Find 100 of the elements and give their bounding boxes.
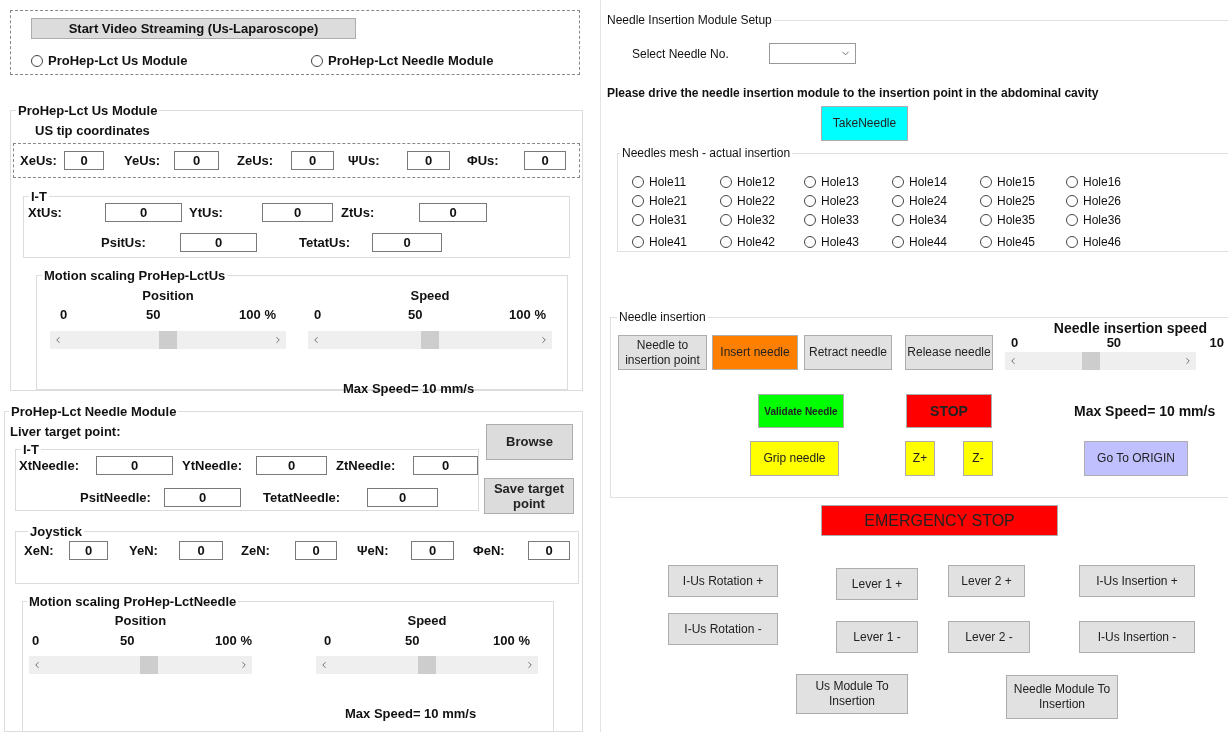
number-field[interactable]: 0 — [419, 203, 487, 223]
slider-thumb[interactable] — [159, 330, 177, 349]
number-field[interactable]: 0 — [174, 151, 219, 170]
radio-option[interactable]: Hole44 — [892, 234, 980, 250]
slider-thumb[interactable] — [1081, 352, 1100, 370]
radio-option[interactable]: Hole16 — [1066, 174, 1152, 190]
action-button[interactable]: Lever 2 + — [948, 565, 1025, 597]
radio-option[interactable]: Hole23 — [804, 193, 892, 209]
number-field[interactable]: 0 — [413, 456, 478, 476]
action-button[interactable]: Lever 2 - — [948, 621, 1030, 653]
radio-option[interactable]: Hole24 — [892, 193, 980, 209]
stream-button[interactable]: Start Video Streaming (Us-Laparoscope) — [31, 18, 356, 39]
number-field[interactable]: 0 — [372, 232, 442, 252]
number-field[interactable]: 0 — [256, 456, 327, 476]
field-label: XeUs: — [20, 151, 58, 170]
radio-option[interactable]: ProHep-Lct Us Module — [31, 51, 311, 71]
chevron-left-icon[interactable] — [319, 660, 329, 670]
radio-option[interactable]: ProHep-Lct Needle Module — [311, 51, 494, 71]
action-button[interactable]: Lever 1 + — [836, 568, 918, 600]
radio-option[interactable]: Hole26 — [1066, 193, 1152, 209]
number-field[interactable]: 0 — [407, 151, 450, 170]
radio-option[interactable]: Hole45 — [980, 234, 1066, 250]
action-button[interactable]: I-Us Rotation + — [668, 565, 778, 597]
radio-option[interactable]: Hole36 — [1066, 212, 1152, 228]
slider-title: Speed — [406, 612, 448, 630]
tick-label: 0 — [60, 306, 68, 324]
action-button[interactable]: Go To ORIGIN — [1084, 441, 1188, 476]
radio-option[interactable]: Hole13 — [804, 174, 892, 190]
chevron-right-icon[interactable] — [239, 660, 249, 670]
chevron-left-icon[interactable] — [53, 334, 63, 345]
action-button[interactable]: Us Module To Insertion — [796, 674, 908, 714]
action-button[interactable]: Z- — [963, 441, 993, 476]
radio-option[interactable]: Hole35 — [980, 212, 1066, 228]
action-button[interactable]: Insert needle — [712, 335, 798, 370]
group-title: I-T — [22, 443, 40, 456]
action-button[interactable]: Lever 1 - — [836, 621, 918, 653]
radio-option[interactable]: Hole12 — [720, 174, 804, 190]
radio-option[interactable]: Hole15 — [980, 174, 1066, 190]
radio-option[interactable]: Hole34 — [892, 212, 980, 228]
action-button[interactable]: TakeNeedle — [821, 106, 908, 141]
field-label: YtNeedle: — [182, 457, 243, 475]
action-button[interactable]: I-Us Insertion - — [1079, 621, 1195, 653]
action-button[interactable]: Needle to insertion point — [618, 335, 707, 370]
radio-option[interactable]: Hole43 — [804, 234, 892, 250]
group-title: Needle Insertion Module Setup — [607, 12, 772, 29]
radio-option[interactable]: Hole41 — [632, 234, 720, 250]
radio-option[interactable]: Hole31 — [632, 212, 720, 228]
action-button[interactable]: Save target point — [484, 477, 574, 514]
field-label: YtUs: — [189, 204, 224, 222]
number-field[interactable]: 0 — [69, 541, 108, 561]
radio-option[interactable]: Hole21 — [632, 193, 720, 209]
number-field[interactable]: 0 — [105, 203, 182, 223]
field-label: PsitNeedle: — [80, 488, 152, 507]
number-field[interactable]: 0 — [96, 456, 173, 476]
slider-thumb[interactable] — [418, 656, 436, 674]
radio-option[interactable]: Hole11 — [632, 174, 720, 190]
slider-thumb[interactable] — [421, 330, 439, 349]
number-field[interactable]: 0 — [524, 151, 566, 170]
radio-option[interactable]: Hole33 — [804, 212, 892, 228]
number-field[interactable]: 0 — [262, 203, 333, 223]
radio-option[interactable]: Hole22 — [720, 193, 804, 209]
action-button[interactable]: Retract needle — [804, 335, 892, 370]
action-button[interactable]: Needle Module To Insertion — [1006, 675, 1118, 719]
number-field[interactable]: 0 — [164, 487, 241, 507]
chevron-right-icon[interactable] — [1183, 356, 1193, 366]
tick-label: 100 % — [239, 306, 276, 324]
number-field[interactable]: 0 — [367, 487, 438, 507]
action-button[interactable]: Browse — [486, 423, 573, 460]
tick-label: 0 — [314, 306, 322, 324]
action-button[interactable]: Validate Needle — [758, 394, 844, 428]
needle-dropdown[interactable] — [769, 43, 856, 64]
number-field[interactable]: 0 — [64, 151, 104, 170]
action-button[interactable]: STOP — [906, 394, 992, 428]
number-field[interactable]: 0 — [528, 541, 570, 561]
radio-option[interactable]: Hole32 — [720, 212, 804, 228]
action-button[interactable]: I-Us Rotation - — [668, 613, 778, 645]
radio-option[interactable]: Hole14 — [892, 174, 980, 190]
chevron-right-icon[interactable] — [525, 660, 535, 670]
radio-option[interactable]: Hole25 — [980, 193, 1066, 209]
action-button[interactable]: EMERGENCY STOP — [821, 505, 1058, 536]
tick-label: 100 % — [215, 631, 252, 650]
chevron-left-icon[interactable] — [311, 334, 321, 345]
chevron-right-icon[interactable] — [539, 334, 549, 345]
action-button[interactable]: I-Us Insertion + — [1079, 565, 1195, 597]
number-field[interactable]: 0 — [291, 151, 334, 170]
number-field[interactable]: 0 — [180, 232, 257, 252]
chevron-right-icon[interactable] — [273, 334, 283, 345]
number-field[interactable]: 0 — [295, 541, 337, 561]
max-speed-label: Max Speed= 10 mm/s — [343, 379, 476, 398]
action-button[interactable]: Grip needle — [750, 441, 839, 476]
number-field[interactable]: 0 — [411, 541, 454, 561]
action-button[interactable]: Release needle — [905, 335, 993, 370]
radio-option[interactable]: Hole42 — [720, 234, 804, 250]
radio-option[interactable]: Hole46 — [1066, 234, 1152, 250]
slider-title: Speed — [409, 286, 451, 305]
chevron-left-icon[interactable] — [1008, 356, 1018, 366]
action-button[interactable]: Z+ — [905, 441, 935, 476]
chevron-left-icon[interactable] — [32, 660, 42, 670]
number-field[interactable]: 0 — [179, 541, 223, 561]
slider-thumb[interactable] — [140, 656, 159, 674]
